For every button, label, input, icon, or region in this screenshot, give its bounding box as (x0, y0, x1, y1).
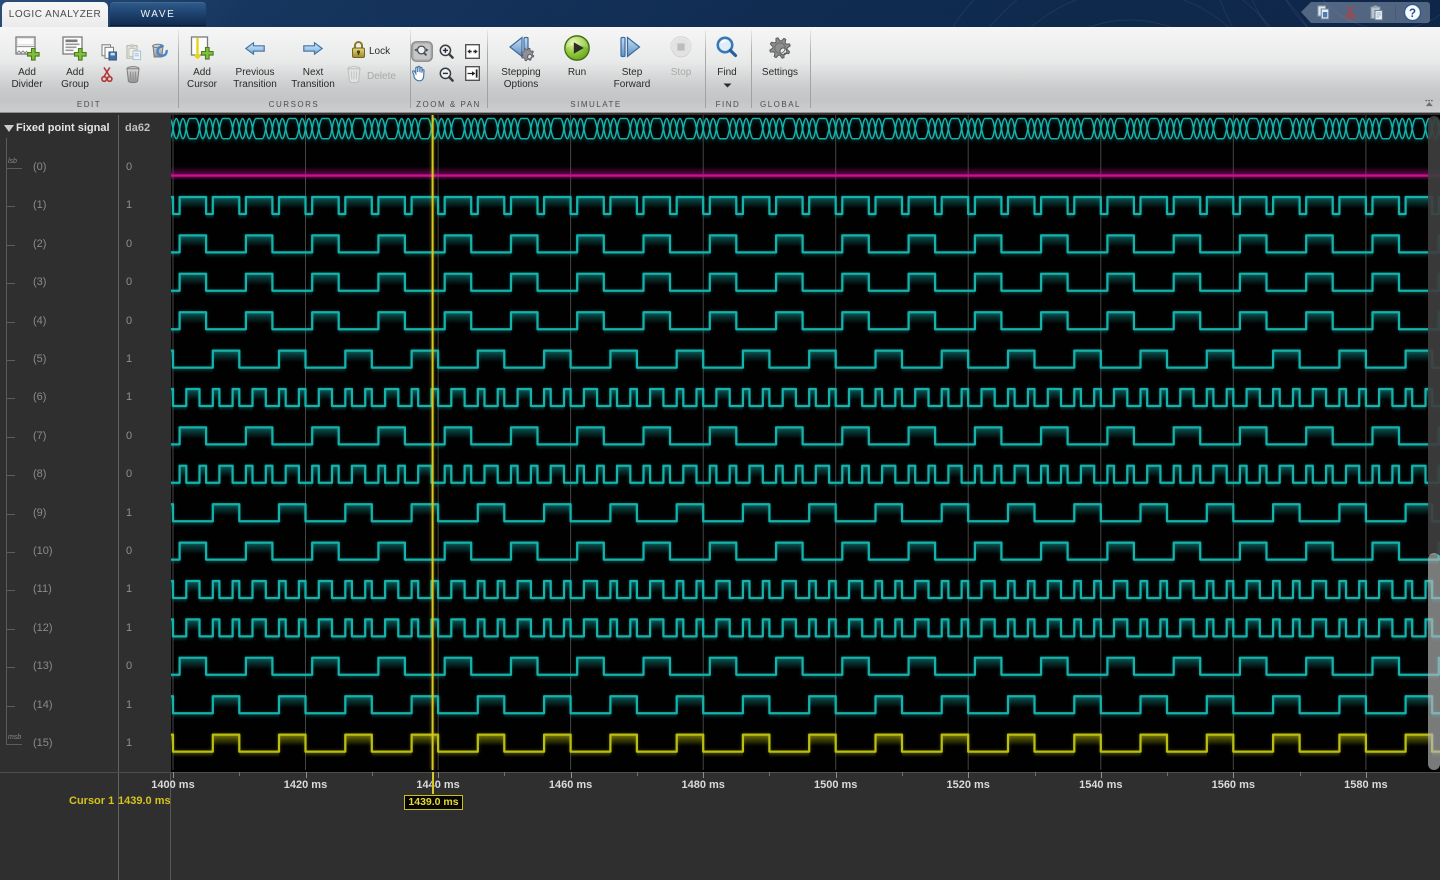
svg-text:?: ? (1409, 8, 1416, 20)
